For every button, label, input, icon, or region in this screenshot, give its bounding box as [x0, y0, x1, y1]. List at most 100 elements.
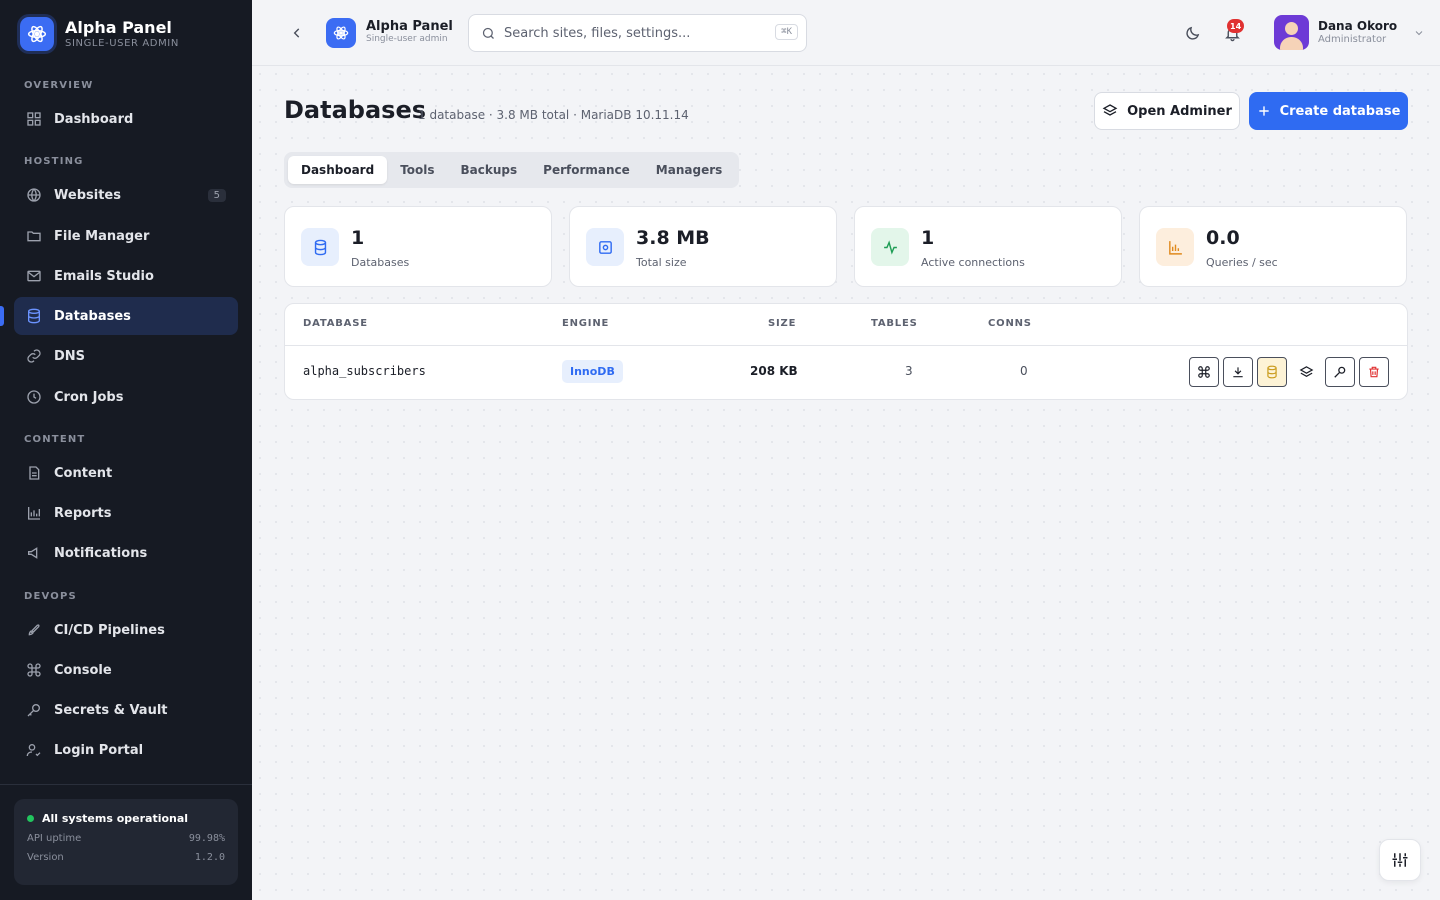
status-row-value: 1.2.0	[194, 852, 225, 863]
create-database-button[interactable]: Create database	[1249, 92, 1408, 130]
download-action-button[interactable]	[1223, 357, 1253, 387]
main-content: Databases 1 database · 3.8 MB total · Ma…	[252, 66, 1440, 900]
sidebar-item-login-portal[interactable]: Login Portal	[14, 731, 238, 769]
download-icon	[1233, 367, 1243, 378]
backup-action-button[interactable]	[1257, 357, 1287, 387]
tab-dashboard[interactable]: Dashboard	[288, 156, 388, 184]
section-label-content: CONTENT	[24, 434, 86, 445]
avatar	[1274, 15, 1309, 50]
credentials-action-button[interactable]	[1325, 357, 1355, 387]
sidebar-item-file-manager[interactable]: File Manager	[14, 217, 238, 255]
sidebar-item-label: Secrets & Vault	[54, 702, 168, 718]
command-icon	[1198, 366, 1210, 378]
tab-backups[interactable]: Backups	[448, 156, 531, 184]
database-size: 208 KB	[750, 364, 798, 378]
settings-sliders-button[interactable]	[1379, 839, 1421, 881]
column-header-tables: TABLES	[871, 318, 918, 329]
search-box[interactable]: ⌘K	[468, 14, 807, 52]
sidebar-item-cron-jobs[interactable]: Cron Jobs	[14, 378, 238, 416]
stat-card-total-size: 3.8 MB Total size	[569, 206, 837, 287]
sidebar-item-label: Dashboard	[54, 111, 134, 127]
topbar: Alpha Panel Single-user admin ⌘K 14 Dana…	[252, 0, 1440, 66]
sidebar-item-label: DNS	[54, 348, 86, 364]
open-adminer-label: Open Adminer	[1127, 103, 1232, 119]
sidebar-item-dns[interactable]: DNS	[14, 337, 238, 375]
system-status-card: All systems operational API uptime 99.98%…	[14, 799, 238, 885]
stat-value: 3.8 MB	[636, 227, 710, 249]
tab-managers[interactable]: Managers	[643, 156, 735, 184]
search-icon	[482, 27, 494, 39]
active-indicator	[0, 306, 4, 326]
folder-icon	[24, 226, 44, 246]
page-title: Databases	[284, 96, 427, 124]
database-icon	[24, 306, 44, 326]
open-adminer-button[interactable]: Open Adminer	[1094, 92, 1240, 130]
key-icon	[24, 700, 44, 720]
key-icon	[1334, 366, 1346, 378]
sidebar-item-reports[interactable]: Reports	[14, 494, 238, 532]
brand-name: Alpha Panel	[65, 17, 172, 37]
column-header-engine: ENGINE	[562, 318, 610, 329]
notification-count-badge: 14	[1227, 19, 1245, 33]
tab-tools[interactable]: Tools	[387, 156, 447, 184]
sidebar-item-label: File Manager	[54, 228, 150, 244]
sliders-icon	[1392, 853, 1408, 867]
column-header-database: DATABASE	[303, 318, 368, 329]
sidebar-item-dashboard[interactable]: Dashboard	[14, 100, 238, 138]
back-button[interactable]	[286, 22, 308, 44]
create-database-label: Create database	[1279, 103, 1401, 119]
sidebar-item-label: Content	[54, 465, 113, 481]
section-label-overview: OVERVIEW	[24, 80, 94, 91]
database-tables: 3	[905, 364, 913, 378]
section-label-devops: DEVOPS	[24, 591, 77, 602]
sidebar-item-label: Console	[54, 662, 112, 678]
search-input[interactable]	[504, 25, 754, 41]
console-action-button[interactable]	[1189, 357, 1219, 387]
sidebar-item-console[interactable]: Console	[14, 651, 238, 689]
user-role: Administrator	[1318, 34, 1387, 45]
column-header-conns: CONNS	[988, 318, 1032, 329]
sidebar-item-label: Reports	[54, 505, 112, 521]
table-header-divider	[285, 345, 1407, 346]
sidebar-item-label: Login Portal	[54, 742, 144, 758]
search-shortcut: ⌘K	[775, 24, 798, 40]
stat-card-databases: 1 Databases	[284, 206, 552, 287]
sidebar-item-label: Databases	[54, 308, 131, 324]
status-row-label: Version	[27, 852, 64, 863]
database-conns: 0	[1020, 364, 1028, 378]
theme-toggle-button[interactable]	[1181, 22, 1203, 44]
delete-action-button[interactable]	[1359, 357, 1389, 387]
megaphone-icon	[24, 543, 44, 563]
sidebar-item-content[interactable]: Content	[14, 454, 238, 492]
tab-bar: Dashboard Tools Backups Performance Mana…	[284, 152, 740, 188]
activity-icon	[871, 228, 909, 266]
stat-label: Total size	[636, 256, 687, 269]
topbar-brand-name: Alpha Panel	[366, 19, 453, 34]
database-name[interactable]: alpha_subscribers	[303, 364, 426, 378]
stat-label: Databases	[351, 256, 410, 269]
sidebar-divider	[0, 784, 252, 785]
sidebar-item-databases[interactable]: Databases	[14, 297, 238, 335]
sidebar-item-cicd-pipelines[interactable]: CI/CD Pipelines	[14, 611, 238, 649]
sidebar-item-websites[interactable]: Websites 5	[14, 176, 238, 214]
sidebar-item-secrets-vault[interactable]: Secrets & Vault	[14, 691, 238, 729]
stat-value: 0.0	[1206, 227, 1240, 249]
user-menu[interactable]: Dana Okoro Administrator	[1274, 15, 1425, 50]
sidebar-item-notifications[interactable]: Notifications	[14, 534, 238, 572]
stat-label: Active connections	[921, 256, 1025, 269]
tab-performance[interactable]: Performance	[530, 156, 643, 184]
moon-icon	[1185, 26, 1199, 40]
user-check-icon	[24, 740, 44, 760]
sidebar-item-label: Websites	[54, 187, 121, 203]
database-icon	[301, 228, 339, 266]
chevron-left-icon	[293, 28, 300, 38]
atom-logo-icon[interactable]	[326, 18, 356, 48]
bar-chart-icon	[24, 503, 44, 523]
atom-logo-icon	[20, 17, 54, 51]
sidebar-item-emails-studio[interactable]: Emails Studio	[14, 257, 238, 295]
stat-value: 1	[351, 227, 365, 249]
brand[interactable]: Alpha Panel SINGLE-USER ADMIN	[20, 16, 179, 52]
command-icon	[24, 660, 44, 680]
open-adminer-action-button[interactable]	[1291, 357, 1321, 387]
column-header-size: SIZE	[768, 318, 797, 329]
